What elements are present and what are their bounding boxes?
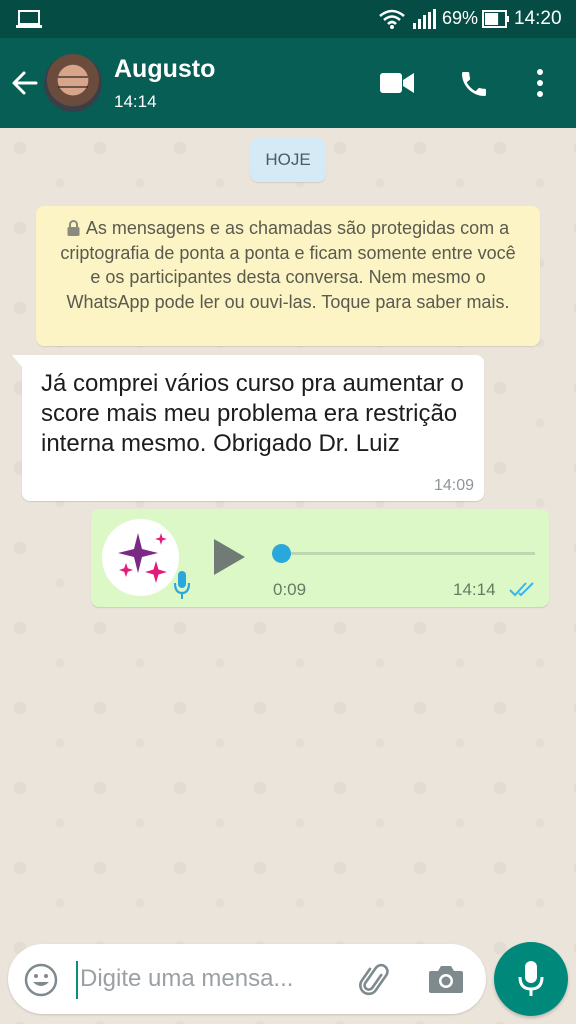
mic-icon (518, 961, 544, 996)
laptop-icon (16, 10, 42, 28)
sparkle-icon (118, 533, 167, 583)
message-time: 14:09 (433, 477, 474, 494)
avatar[interactable] (44, 54, 102, 112)
date-chip: HOJE (250, 138, 326, 182)
message-input[interactable] (80, 962, 350, 996)
lock-icon (67, 220, 80, 236)
message-composer (8, 944, 486, 1014)
contact-name[interactable]: Augusto (114, 55, 215, 84)
message-text: Já comprei vários curso pra aumentar o s… (41, 370, 464, 457)
status-bar: 69% 14:20 (0, 0, 576, 38)
message-time: 14:14 (453, 580, 496, 599)
emoji-icon[interactable] (24, 963, 58, 997)
incoming-message[interactable]: Já comprei vários curso pra aumentar o s… (12, 355, 484, 501)
chat-header: Augusto 14:14 (0, 38, 576, 128)
sender-avatar (102, 519, 190, 599)
read-receipt-icon (509, 582, 534, 597)
battery-icon (482, 10, 509, 28)
wifi-icon (379, 9, 405, 29)
date-chip-label: HOJE (265, 150, 311, 169)
signal-icon (413, 9, 436, 29)
battery-percent: 69% (442, 8, 479, 28)
back-arrow-icon[interactable] (10, 68, 40, 98)
last-seen: 14:14 (114, 92, 157, 111)
more-vert-icon[interactable] (532, 68, 548, 98)
voice-call-icon[interactable] (458, 68, 490, 100)
camera-icon[interactable] (428, 964, 464, 994)
attach-icon[interactable] (358, 962, 394, 998)
status-clock: 14:20 (514, 8, 562, 29)
encryption-notice-text: As mensagens e as chamadas são protegida… (60, 218, 516, 312)
encryption-notice[interactable]: As mensagens e as chamadas são protegida… (36, 206, 540, 346)
voice-progress-thumb[interactable] (272, 544, 291, 563)
text-caret (76, 961, 78, 999)
voice-progress-track[interactable] (281, 552, 535, 555)
outgoing-voice-message[interactable]: 0:09 14:14 (91, 509, 549, 607)
play-icon[interactable] (211, 537, 247, 577)
video-call-icon[interactable] (380, 72, 414, 94)
voice-duration: 0:09 (273, 580, 307, 599)
mic-button[interactable] (494, 942, 568, 1016)
mic-badge-icon (174, 571, 190, 599)
